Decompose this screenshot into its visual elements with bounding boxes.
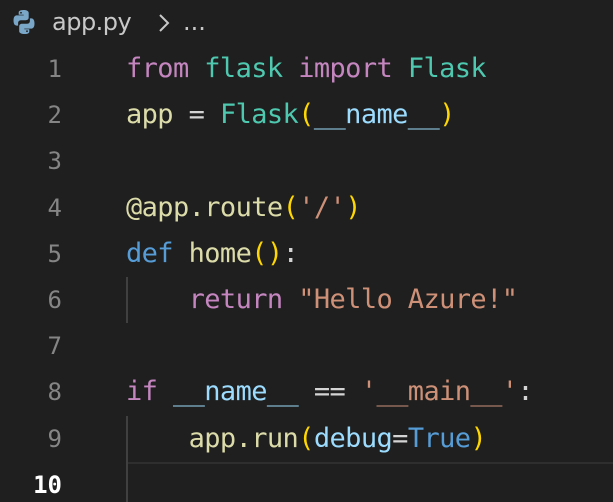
line-number: 8: [47, 378, 62, 407]
code-token: app: [126, 99, 174, 131]
code-token: Flask: [407, 53, 487, 84]
breadcrumb-file[interactable]: app.py: [52, 5, 132, 39]
code-token: ): [345, 191, 361, 223]
line-number: 10: [33, 470, 62, 499]
line-number: 1: [47, 55, 62, 83]
code-token: from: [126, 53, 189, 84]
line-number: 5: [47, 239, 62, 268]
code-text: if __name__ == '__main__':: [126, 369, 534, 415]
indent-guide: [126, 461, 128, 502]
line-number: 4: [47, 193, 62, 222]
code-token: =: [172, 99, 220, 131]
python-icon: [13, 10, 35, 34]
code-token: home: [188, 237, 252, 269]
code-token: '__main__': [360, 376, 518, 408]
line-number: 2: [47, 101, 62, 130]
code-token: __name__: [172, 376, 299, 408]
code-token: :: [517, 376, 534, 408]
line-number: 9: [47, 424, 62, 453]
code-token: (: [298, 99, 314, 131]
code-line[interactable]: 4 @app.route('/'): [0, 185, 613, 231]
code-text: return "Hello Azure!": [126, 277, 518, 323]
code-token: '/': [298, 191, 346, 223]
code-text: app.run(debug=True): [126, 416, 487, 462]
code-line[interactable]: 6 return "Hello Azure!": [0, 277, 613, 323]
code-token: app.run: [188, 422, 299, 454]
code-token: ): [439, 99, 455, 131]
code-editor[interactable]: 1 from flask import Flask 2 app = Flask(__n…: [0, 46, 613, 502]
line-number: 3: [47, 147, 62, 176]
code-token: (): [251, 237, 283, 269]
line-number: 7: [47, 332, 62, 361]
code-line[interactable]: 8 if __name__ == '__main__':: [0, 369, 613, 415]
code-text: @app.route('/'): [126, 185, 361, 231]
line-number: 6: [47, 286, 62, 314]
breadcrumb: app.py ...: [0, 0, 613, 46]
code-token: "Hello Azure!": [298, 284, 518, 315]
code-token: @app.route: [126, 191, 283, 223]
code-token: ==: [298, 376, 361, 408]
editor-window: app.py ... 1 from flask import Flask 2 app …: [0, 0, 613, 502]
code-token: def: [126, 237, 174, 269]
code-line[interactable]: 9 app.run(debug=True): [0, 415, 613, 462]
code-token: =: [392, 422, 408, 454]
code-line[interactable]: 1 from flask import Flask: [0, 46, 613, 92]
code-token: True: [407, 422, 471, 454]
code-token: flask: [204, 53, 283, 84]
code-text: app = Flask(__name__): [126, 92, 455, 138]
current-line-highlight: [126, 461, 613, 502]
chevron-right-icon: [159, 14, 170, 32]
code-token: return: [188, 284, 284, 315]
breadcrumb-more[interactable]: ...: [183, 5, 206, 39]
code-line[interactable]: 7: [0, 323, 613, 369]
code-text: from flask import Flask: [126, 46, 487, 92]
code-token: ): [470, 422, 487, 454]
code-token: (: [298, 422, 314, 454]
code-line[interactable]: 10: [0, 461, 613, 502]
code-token: Flask: [219, 99, 299, 131]
code-token: __name__: [313, 99, 440, 131]
code-token: import: [298, 53, 393, 84]
code-token: if: [126, 376, 158, 408]
code-line[interactable]: 3: [0, 138, 613, 184]
code-token: (: [282, 191, 299, 223]
code-line[interactable]: 5 def home():: [0, 231, 613, 277]
code-text: def home():: [126, 231, 299, 277]
code-token: :: [282, 237, 299, 269]
code-token: debug: [313, 422, 393, 454]
code-line[interactable]: 2 app = Flask(__name__): [0, 92, 613, 138]
